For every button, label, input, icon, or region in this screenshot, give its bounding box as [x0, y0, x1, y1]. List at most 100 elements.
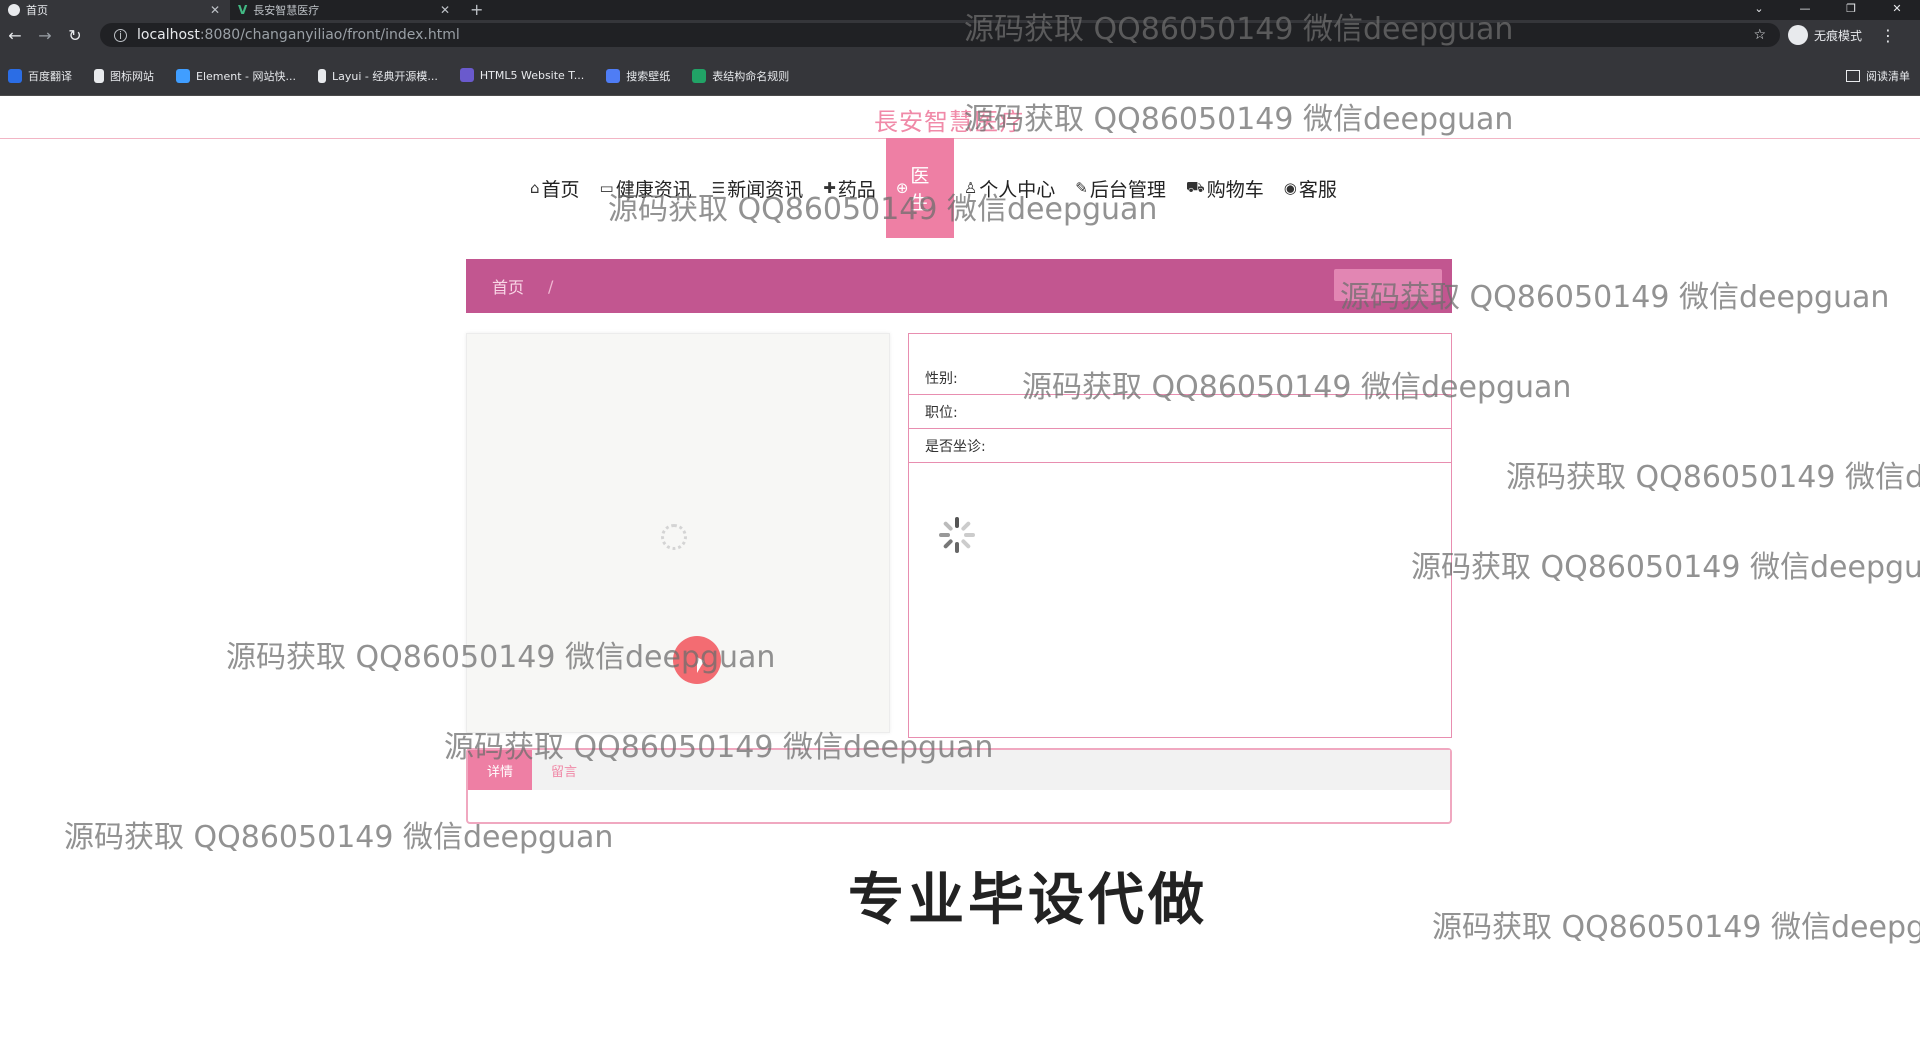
window-controls: ⌄ — ❐ ✕ [1736, 0, 1920, 20]
bookmark-item[interactable]: Layui - 经典开源模... [318, 68, 438, 84]
nav-item-cart[interactable]: ⛟ 购物车 [1176, 138, 1274, 238]
link-icon: ✎ [1075, 179, 1088, 197]
html5-icon [459, 68, 474, 82]
back-icon[interactable]: ← [0, 26, 30, 45]
detail-tabs: 详情 留言 [466, 748, 1452, 824]
nav-label: 新闻资讯 [727, 178, 804, 201]
incognito-icon [1788, 25, 1808, 45]
globe-icon [8, 4, 20, 16]
doctor-info-panel: 性别: 职位: 是否坐诊: [908, 333, 1452, 738]
tab-title: 長安智慧医疗 [253, 4, 320, 17]
incognito-indicator[interactable]: 无痕模式 [1788, 25, 1862, 45]
bookmark-item[interactable]: HTML5 Website T... [459, 68, 585, 82]
loading-spinner-icon [661, 524, 687, 550]
bookmark-label: Element - 网站快... [196, 70, 296, 83]
url-path: :8080/changanyiliao/front/index.html [199, 27, 460, 43]
nav-item-admin[interactable]: ✎ 后台管理 [1065, 138, 1176, 238]
bookmark-item[interactable]: 图标网站 [94, 68, 154, 84]
menu-kebab-icon[interactable]: ⋮ [1880, 26, 1896, 45]
reading-list-icon [1846, 70, 1860, 82]
nav-label: 首页 [541, 178, 580, 201]
restore-icon[interactable]: ❐ [1828, 0, 1874, 20]
medicine-icon: ✚ [823, 179, 836, 197]
bookmark-item[interactable]: 百度翻译 [8, 68, 72, 84]
nav-label: 购物车 [1206, 178, 1264, 201]
nav-item-news[interactable]: ☰ 新闻资讯 [702, 138, 813, 238]
detail-tabs-header: 详情 留言 [468, 750, 1450, 790]
nav-label: 药品 [837, 178, 876, 201]
user-icon: ♙ [963, 179, 978, 197]
close-icon[interactable]: ✕ [210, 3, 220, 17]
layui-icon [318, 69, 326, 83]
bookmark-label: HTML5 Website T... [479, 68, 585, 82]
nav-item-profile[interactable]: ♙ 个人中心 [954, 138, 1065, 238]
bookmarks-bar: 百度翻译 图标网站 Element - 网站快... Layui - 经典开源模… [0, 50, 1920, 96]
nav-item-medicine[interactable]: ✚ 药品 [813, 138, 886, 238]
bookmark-item[interactable]: Element - 网站快... [176, 68, 296, 84]
sheet-icon [692, 69, 707, 83]
bookmark-label: 搜索壁纸 [626, 70, 671, 83]
browser-tab-changan[interactable]: V 長安智慧医疗 ✕ [230, 0, 460, 20]
url-field[interactable]: i localhost:8080/changanyiliao/front/ind… [100, 23, 1780, 47]
nav-item-home[interactable]: ⌂ 首页 [520, 138, 590, 238]
flag-icon [94, 69, 104, 83]
mouse-cursor-icon [697, 657, 704, 673]
nav-item-doctor[interactable]: ⊕ 医生 [885, 138, 954, 238]
info-label: 是否坐诊: [925, 438, 986, 455]
tab-details[interactable]: 详情 [468, 750, 532, 790]
nav-item-health-news[interactable]: ▭ 健康资讯 [590, 138, 702, 238]
forward-icon[interactable]: → [30, 26, 60, 45]
bookmark-item[interactable]: 搜索壁纸 [606, 68, 670, 84]
bookmark-star-icon[interactable]: ☆ [1753, 27, 1766, 43]
info-row-on-duty: 是否坐诊: [909, 429, 1451, 463]
breadcrumb-separator: / [548, 276, 554, 296]
reading-list[interactable]: 阅读清单 [1846, 68, 1910, 84]
info-row-gender: 性别: [909, 361, 1451, 395]
baidu-translate-icon [8, 69, 22, 83]
support-icon: ◉ [1283, 179, 1297, 197]
home-icon: ⌂ [530, 179, 540, 197]
video-caption: 专业毕设代做 [848, 868, 1208, 933]
news-icon: ▭ [599, 179, 614, 197]
reading-list-label: 阅读清单 [1866, 70, 1910, 83]
breadcrumb-action-button[interactable] [1334, 269, 1442, 301]
browser-tab-home[interactable]: 首页 ✕ [0, 0, 230, 20]
new-tab-button[interactable]: + [460, 0, 493, 20]
info-label: 职位: [925, 404, 958, 421]
nav-item-support[interactable]: ◉ 客服 [1274, 138, 1347, 238]
nav-label: 客服 [1298, 178, 1337, 201]
address-bar: ← → ↻ i localhost:8080/changanyiliao/fro… [0, 20, 1920, 50]
tab-title: 首页 [26, 4, 48, 17]
bookmark-item[interactable]: 表结构命名规则 [692, 68, 789, 84]
loading-spinner-icon [939, 517, 975, 553]
minimize-icon[interactable]: — [1782, 0, 1828, 20]
info-label: 性别: [925, 370, 958, 387]
info-row-position: 职位: [909, 395, 1451, 429]
bookmark-label: 表结构命名规则 [712, 70, 790, 83]
site-brand[interactable]: 長安智慧医疗 [874, 102, 1024, 137]
tab-search-icon[interactable]: ⌄ [1736, 0, 1782, 20]
bookmark-label: 图标网站 [110, 70, 154, 83]
close-window-icon[interactable]: ✕ [1874, 0, 1920, 20]
cart-icon: ⛟ [1185, 178, 1205, 196]
element-icon [176, 69, 190, 83]
info-icon[interactable]: i [114, 28, 127, 42]
browser-tab-bar: 首页 ✕ V 長安智慧医疗 ✕ + ⌄ — ❐ ✕ [0, 0, 1920, 20]
breadcrumb: 首页 / [466, 259, 1452, 313]
nav-label: 医生 [910, 165, 930, 214]
incognito-label: 无痕模式 [1814, 28, 1863, 43]
bookmark-label: Layui - 经典开源模... [332, 70, 438, 83]
bookmark-label: 百度翻译 [28, 70, 72, 83]
doctor-icon: ⊕ [895, 179, 909, 197]
nav-label: 个人中心 [979, 178, 1056, 201]
reload-icon[interactable]: ↻ [60, 26, 90, 45]
tab-messages[interactable]: 留言 [532, 750, 596, 790]
url-host: localhost [137, 27, 200, 43]
nav-label: 健康资讯 [615, 178, 692, 201]
breadcrumb-home[interactable]: 首页 [492, 274, 524, 298]
main-nav: ⌂ 首页 ▭ 健康资讯 ☰ 新闻资讯 ✚ 药品 ⊕ 医生 ♙ 个人中心 ✎ 后台管理 ⛟ 购物车… [520, 138, 1347, 238]
nav-label: 后台管理 [1089, 178, 1166, 201]
wallpaper-icon [606, 69, 621, 83]
close-icon[interactable]: ✕ [440, 3, 450, 17]
vue-icon: V [238, 3, 248, 17]
